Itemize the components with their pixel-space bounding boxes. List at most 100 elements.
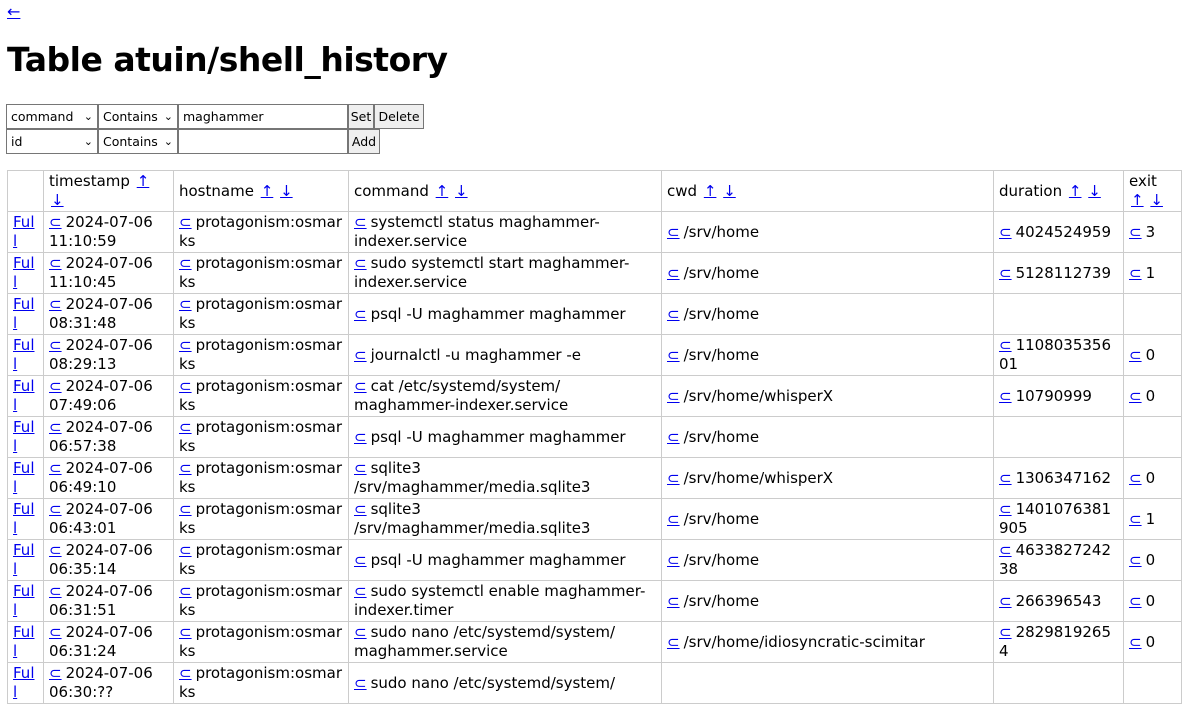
set-filter-button[interactable]: Set [348, 104, 374, 129]
filter-icon[interactable]: ⊂ [999, 264, 1012, 282]
full-link[interactable]: Full [13, 582, 34, 619]
delete-filter-button[interactable]: Delete [374, 104, 424, 129]
sort-desc-link[interactable]: ↓ [1150, 191, 1163, 209]
filter-icon[interactable]: ⊂ [49, 664, 62, 682]
filter-icon[interactable]: ⊂ [354, 623, 367, 641]
filter-icon[interactable]: ⊂ [49, 541, 62, 559]
filter-icon[interactable]: ⊂ [354, 213, 367, 231]
filter-icon[interactable]: ⊂ [49, 336, 62, 354]
filter-icon[interactable]: ⊂ [999, 592, 1012, 610]
filter-icon[interactable]: ⊂ [354, 305, 367, 323]
filter-icon[interactable]: ⊂ [179, 377, 192, 395]
filter-icon[interactable]: ⊂ [667, 223, 680, 241]
sort-desc-link[interactable]: ↓ [51, 191, 64, 209]
filter-operator-select[interactable]: Contains ⌄ [98, 129, 178, 154]
full-link[interactable]: Full [13, 295, 34, 332]
filter-icon[interactable]: ⊂ [999, 541, 1012, 559]
filter-icon[interactable]: ⊂ [49, 295, 62, 313]
full-link[interactable]: Full [13, 500, 34, 537]
filter-icon[interactable]: ⊂ [1129, 592, 1142, 610]
full-link[interactable]: Full [13, 418, 34, 455]
filter-icon[interactable]: ⊂ [667, 469, 680, 487]
sort-desc-link[interactable]: ↓ [455, 182, 468, 200]
filter-icon[interactable]: ⊂ [999, 500, 1012, 518]
filter-icon[interactable]: ⊂ [179, 459, 192, 477]
filter-icon[interactable]: ⊂ [354, 500, 367, 518]
filter-icon[interactable]: ⊂ [49, 418, 62, 436]
filter-icon[interactable]: ⊂ [999, 469, 1012, 487]
filter-icon[interactable]: ⊂ [667, 387, 680, 405]
sort-desc-link[interactable]: ↓ [1088, 182, 1101, 200]
full-link[interactable]: Full [13, 459, 34, 496]
sort-asc-link[interactable]: ↑ [261, 182, 274, 200]
filter-icon[interactable]: ⊂ [1129, 223, 1142, 241]
filter-icon[interactable]: ⊂ [179, 582, 192, 600]
filter-icon[interactable]: ⊂ [49, 377, 62, 395]
filter-icon[interactable]: ⊂ [667, 305, 680, 323]
filter-icon[interactable]: ⊂ [354, 459, 367, 477]
filter-icon[interactable]: ⊂ [49, 500, 62, 518]
filter-icon[interactable]: ⊂ [49, 254, 62, 272]
filter-icon[interactable]: ⊂ [179, 254, 192, 272]
filter-icon[interactable]: ⊂ [179, 213, 192, 231]
sort-desc-link[interactable]: ↓ [280, 182, 293, 200]
sort-asc-link[interactable]: ↑ [436, 182, 449, 200]
sort-asc-link[interactable]: ↑ [704, 182, 717, 200]
filter-icon[interactable]: ⊂ [354, 346, 367, 364]
sort-asc-link[interactable]: ↑ [1131, 191, 1144, 209]
filter-icon[interactable]: ⊂ [179, 623, 192, 641]
filter-column-select[interactable]: command ⌄ [6, 104, 98, 129]
filter-icon[interactable]: ⊂ [667, 264, 680, 282]
filter-icon[interactable]: ⊂ [49, 582, 62, 600]
filter-icon[interactable]: ⊂ [179, 500, 192, 518]
filter-icon[interactable]: ⊂ [179, 295, 192, 313]
filter-icon[interactable]: ⊂ [49, 623, 62, 641]
filter-icon[interactable]: ⊂ [999, 623, 1012, 641]
filter-icon[interactable]: ⊂ [354, 377, 367, 395]
filter-icon[interactable]: ⊂ [354, 254, 367, 272]
full-link[interactable]: Full [13, 623, 34, 660]
filter-icon[interactable]: ⊂ [179, 541, 192, 559]
filter-icon[interactable]: ⊂ [354, 674, 367, 692]
filter-icon[interactable]: ⊂ [667, 346, 680, 364]
full-link[interactable]: Full [13, 541, 34, 578]
filter-icon[interactable]: ⊂ [667, 551, 680, 569]
full-link[interactable]: Full [13, 213, 34, 250]
full-link[interactable]: Full [13, 664, 34, 701]
filter-icon[interactable]: ⊂ [999, 387, 1012, 405]
sort-desc-link[interactable]: ↓ [723, 182, 736, 200]
filter-column-select[interactable]: id ⌄ [6, 129, 98, 154]
filter-icon[interactable]: ⊂ [667, 510, 680, 528]
filter-icon[interactable]: ⊂ [1129, 387, 1142, 405]
filter-icon[interactable]: ⊂ [1129, 346, 1142, 364]
filter-icon[interactable]: ⊂ [1129, 633, 1142, 651]
filter-icon[interactable]: ⊂ [999, 223, 1012, 241]
filter-icon[interactable]: ⊂ [354, 428, 367, 446]
filter-icon[interactable]: ⊂ [1129, 264, 1142, 282]
filter-icon[interactable]: ⊂ [1129, 510, 1142, 528]
filter-value-input[interactable] [178, 129, 348, 154]
filter-icon[interactable]: ⊂ [667, 592, 680, 610]
sort-asc-link[interactable]: ↑ [137, 172, 150, 190]
filter-value-input[interactable]: maghammer [178, 104, 348, 129]
filter-icon[interactable]: ⊂ [354, 551, 367, 569]
add-filter-button[interactable]: Add [348, 129, 380, 154]
filter-icon[interactable]: ⊂ [667, 428, 680, 446]
filter-icon[interactable]: ⊂ [354, 582, 367, 600]
sort-asc-link[interactable]: ↑ [1069, 182, 1082, 200]
back-link[interactable]: ← [7, 2, 20, 21]
filter-icon[interactable]: ⊂ [179, 336, 192, 354]
filter-icon[interactable]: ⊂ [1129, 469, 1142, 487]
filter-icon[interactable]: ⊂ [49, 459, 62, 477]
cell-timestamp: ⊂ 2024-07-06 06:43:01 [43, 498, 174, 540]
filter-icon[interactable]: ⊂ [1129, 551, 1142, 569]
full-link[interactable]: Full [13, 336, 34, 373]
filter-icon[interactable]: ⊂ [999, 336, 1012, 354]
full-link[interactable]: Full [13, 377, 34, 414]
filter-icon[interactable]: ⊂ [667, 633, 680, 651]
filter-icon[interactable]: ⊂ [179, 418, 192, 436]
full-link[interactable]: Full [13, 254, 34, 291]
filter-icon[interactable]: ⊂ [179, 664, 192, 682]
filter-icon[interactable]: ⊂ [49, 213, 62, 231]
filter-operator-select[interactable]: Contains ⌄ [98, 104, 178, 129]
